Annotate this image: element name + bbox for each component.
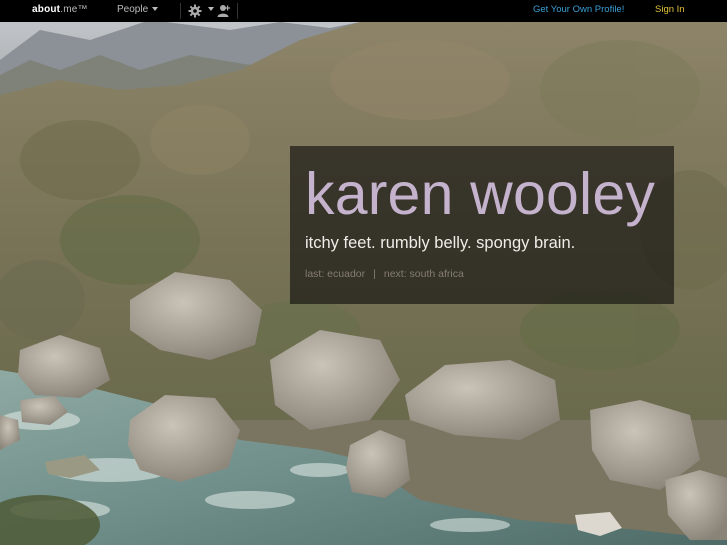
profile-headline: itchy feet. rumbly belly. spongy brain.: [305, 234, 576, 252]
divider: [237, 3, 238, 19]
last-trip: last: ecuador: [305, 268, 366, 280]
logo-suffix: .me™: [60, 4, 88, 15]
next-trip: next: south africa: [383, 268, 464, 280]
get-own-profile-link[interactable]: Get Your Own Profile!: [533, 4, 624, 15]
people-menu[interactable]: People: [117, 4, 159, 15]
profile-name: karen wooley: [305, 161, 656, 227]
divider: [180, 3, 181, 19]
chevron-down-icon: [152, 7, 159, 12]
settings-chevron-down-icon[interactable]: [208, 7, 214, 11]
about-me-logo[interactable]: about.me™: [32, 4, 88, 15]
add-user-icon[interactable]: [216, 4, 232, 18]
top-navigation-bar: about.me™ People Get Your Own Profile! S…: [0, 0, 727, 22]
logo-text: about: [32, 4, 61, 15]
people-label: People: [117, 4, 149, 15]
gear-icon[interactable]: [188, 4, 202, 18]
profile-card: karen wooley itchy feet. rumbly belly. s…: [290, 146, 674, 304]
sign-in-link[interactable]: Sign In: [655, 4, 685, 15]
travel-info: last: ecuador | next: south africa: [305, 268, 464, 280]
travel-divider: |: [373, 268, 376, 280]
